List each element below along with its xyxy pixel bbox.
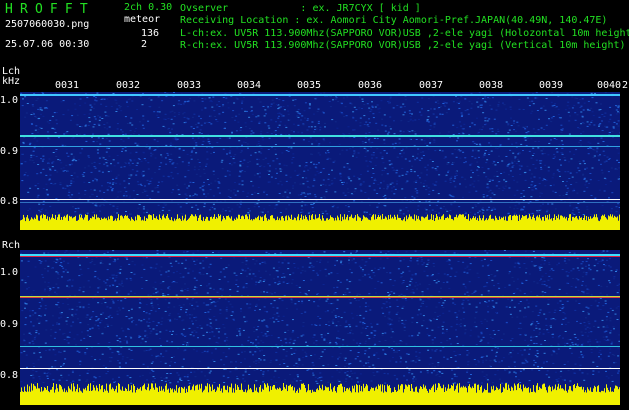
carrier-line [20, 94, 620, 96]
rch-spectrogram-svg [20, 250, 620, 405]
time-label: 0032 [116, 80, 141, 91]
time-label: 2 [622, 80, 629, 91]
level-meter [20, 214, 620, 230]
carrier-line [20, 135, 620, 137]
carrier-line [20, 346, 620, 347]
rch-label: Rch [2, 240, 21, 251]
meteor-count: 136 [141, 28, 160, 39]
time-label: 0035 [297, 80, 322, 91]
date-time: 25.07.06 00:30 [5, 39, 90, 50]
carrier-line [20, 202, 620, 203]
rch-tick-2: 0.9 [0, 319, 19, 330]
channel-count: 2 [141, 39, 148, 50]
time-label: 0034 [237, 80, 262, 91]
carrier-line [20, 146, 620, 147]
time-label: 0040 [597, 80, 622, 91]
carrier-line [20, 297, 620, 298]
mode-label: 2ch 0.30 [124, 2, 173, 13]
time-label: 0031 [55, 80, 80, 91]
lch-info: L-ch:ex. UV5R 113.900Mhz(SAPPORO VOR)USB… [180, 28, 629, 39]
time-label: 0033 [177, 80, 202, 91]
lch-tick-2: 0.9 [0, 146, 19, 157]
time-label: 0038 [479, 80, 504, 91]
rch-tick-1: 1.0 [0, 267, 19, 278]
brand-title: HROFFT [5, 2, 95, 17]
lch-spectrogram-svg [20, 92, 620, 230]
rch-spectrogram [20, 250, 620, 405]
location-info: Receiving Location : ex. Aomori City Aom… [180, 15, 608, 26]
rch-tick-3: 0.8 [0, 370, 19, 381]
lch-spectrogram [20, 92, 620, 230]
lch-tick-1: 1.0 [0, 95, 19, 106]
carrier-line [20, 368, 620, 369]
meteor-label: meteor [124, 14, 161, 25]
lch-tick-3: 0.8 [0, 196, 19, 207]
rch-info: R-ch:ex. UV5R 113.900Mhz(SAPPORO VOR)USB… [180, 40, 626, 51]
time-label: 0036 [358, 80, 383, 91]
spectrogram-background [20, 92, 620, 230]
carrier-line [20, 254, 620, 256]
time-label: 0037 [419, 80, 444, 91]
time-label: 0039 [539, 80, 564, 91]
carrier-line [20, 256, 620, 257]
spectrogram-background [20, 250, 620, 405]
carrier-line [20, 199, 620, 200]
lch-unit: kHz [2, 76, 21, 87]
file-name: 2507060030.png [5, 19, 90, 30]
observer-info: Ovserver : ex. JR7CYX [ kid ] [180, 3, 421, 14]
